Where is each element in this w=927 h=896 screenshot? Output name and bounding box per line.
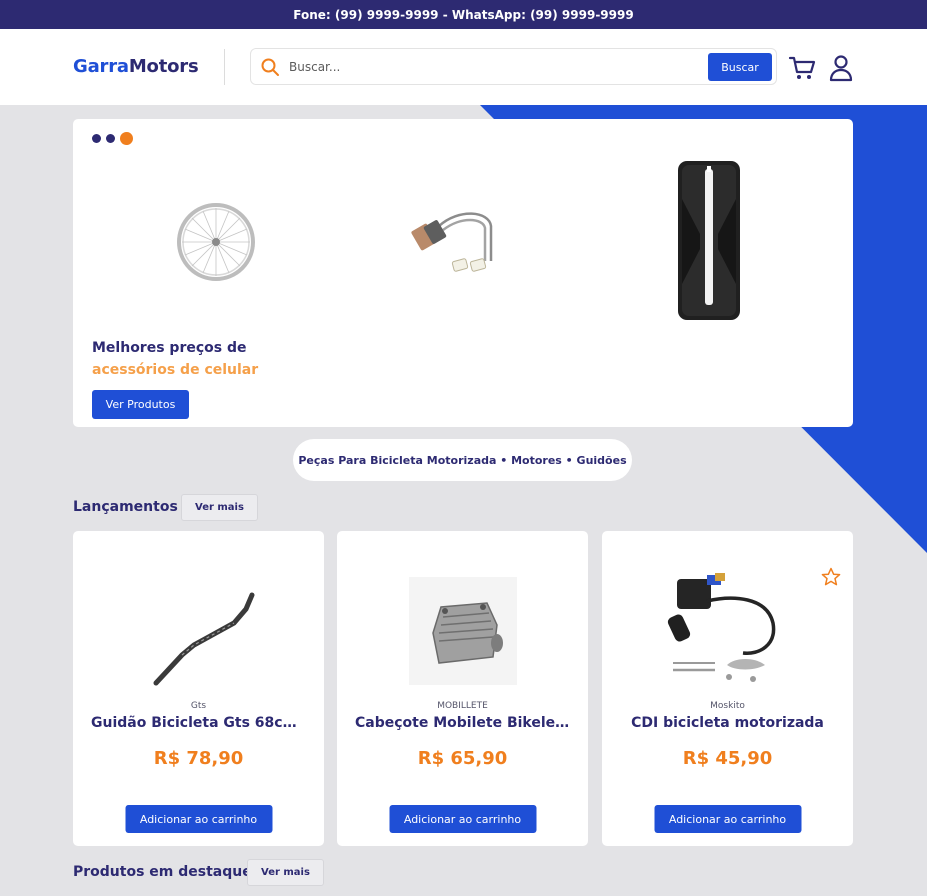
logo[interactable]: GarraMotors [73,56,199,77]
carousel-dot-active[interactable] [120,132,133,145]
handlebar-product-image [153,592,254,686]
product-brand: MOBILLETE [437,701,488,711]
logo-part1: Garra [73,56,129,77]
categories-pill[interactable]: Peças Para Bicicleta Motorizada • Motore… [293,439,632,481]
hero-title-line2: acessórios de celular [92,362,259,378]
favorite-star-icon[interactable] [821,567,841,587]
phone-case-image [678,161,740,320]
cdi-product-image [667,573,775,682]
hero-banner: Melhores preços de acessórios de celular… [73,119,853,427]
user-icon[interactable] [828,54,854,82]
search-icon [261,58,279,76]
product-card[interactable]: Moskito CDI bicicleta motorizada R$ 45,9… [602,531,853,846]
bicycle-wheel-image [177,203,255,281]
header-divider [224,49,225,85]
search-bar: Buscar [250,48,777,85]
featured-see-more-button[interactable]: Ver mais [247,859,324,886]
carousel-dot[interactable] [106,134,115,143]
product-name[interactable]: CDI bicicleta motorizada [620,715,835,731]
contact-bar: Fone: (99) 9999-9999 - WhatsApp: (99) 99… [0,0,927,29]
product-brand: Moskito [710,701,745,711]
cylinder-head-product-image [408,577,517,685]
add-to-cart-button[interactable]: Adicionar ao carrinho [125,805,272,833]
product-price: R$ 78,90 [153,748,244,769]
cart-icon[interactable] [788,54,816,82]
product-price: R$ 45,90 [682,748,773,769]
product-name[interactable]: Guidão Bicicleta Gts 68cm Aço [91,715,306,731]
product-name[interactable]: Cabeçote Mobilete Bikelete 50cc [355,715,570,731]
section-title-featured: Produtos em destaque [73,864,252,880]
categories-text: Peças Para Bicicleta Motorizada • Motore… [298,453,627,467]
sensor-part-image [411,212,493,272]
carousel-indicators [92,132,133,145]
section-title-launches: Lançamentos [73,499,178,515]
hero-title-line1: Melhores preços de [92,340,247,356]
add-to-cart-button[interactable]: Adicionar ao carrinho [654,805,801,833]
header: GarraMotors Buscar [0,29,927,105]
add-to-cart-button[interactable]: Adicionar ao carrinho [389,805,536,833]
product-card[interactable]: Gts Guidão Bicicleta Gts 68cm Aço R$ 78,… [73,531,324,846]
carousel-dot[interactable] [92,134,101,143]
product-brand: Gts [190,701,207,711]
view-products-button[interactable]: Ver Produtos [92,390,189,419]
product-card[interactable]: MOBILLETE Cabeçote Mobilete Bikelete 50c… [337,531,588,846]
contact-text: Fone: (99) 9999-9999 - WhatsApp: (99) 99… [293,7,634,22]
logo-part2: Motors [128,56,199,77]
search-input[interactable] [289,56,699,78]
product-price: R$ 65,90 [417,748,508,769]
search-button[interactable]: Buscar [708,53,772,81]
launches-see-more-button[interactable]: Ver mais [181,494,258,521]
